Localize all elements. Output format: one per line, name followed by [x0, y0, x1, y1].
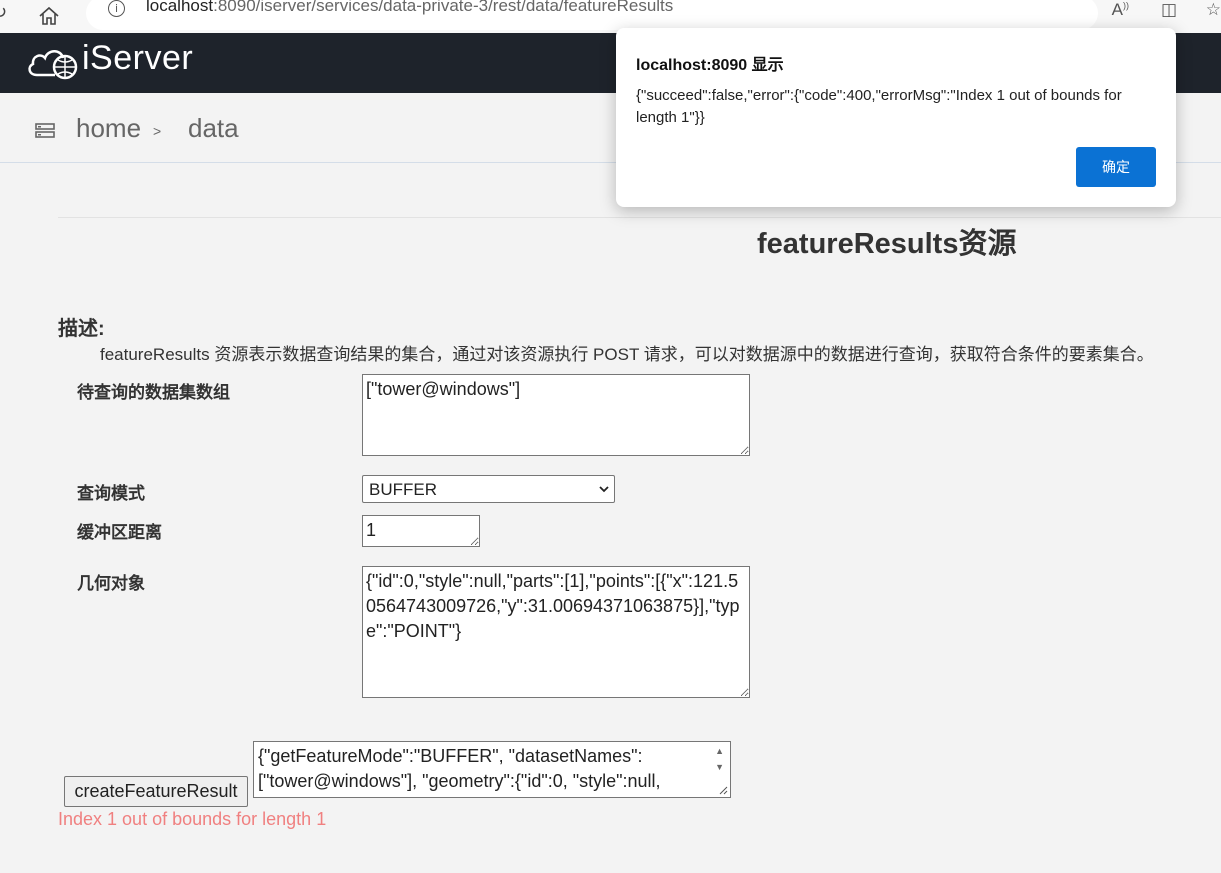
scroll-up-icon[interactable]: ▲	[715, 746, 724, 756]
split-screen-icon[interactable]: ◫	[1161, 0, 1177, 20]
chevron-down-icon	[599, 486, 609, 493]
scroll-down-icon[interactable]: ▼	[715, 762, 724, 772]
read-aloud-icon[interactable]: A))	[1112, 0, 1129, 20]
alert-dialog: localhost:8090 显示 {"succeed":false,"erro…	[616, 28, 1176, 207]
home-icon[interactable]	[38, 6, 60, 26]
dataset-names-input[interactable]: ["tower@windows"]	[362, 374, 750, 456]
reload-icon[interactable]: ↻	[0, 2, 7, 23]
breadcrumb-data-link[interactable]: data	[188, 113, 239, 144]
cloud-globe-logo-icon	[28, 50, 78, 80]
request-body-textarea[interactable]: {"getFeatureMode":"BUFFER", "datasetName…	[253, 741, 731, 798]
address-bar[interactable]: i localhost:8090/iserver/services/data-p…	[86, 0, 1098, 30]
query-mode-label: 查询模式	[77, 484, 145, 503]
dialog-title: localhost:8090 显示	[636, 57, 784, 74]
dataset-names-label: 待查询的数据集数组	[77, 383, 230, 402]
error-message: Index 1 out of bounds for length 1	[58, 809, 327, 829]
description-label: 描述:	[58, 318, 105, 340]
server-list-icon	[35, 123, 55, 138]
query-mode-value: BUFFER	[369, 480, 437, 499]
page-title: featureResults资源	[757, 228, 1017, 260]
site-info-icon[interactable]: i	[108, 0, 125, 17]
request-body-text: {"getFeatureMode":"BUFFER", "datasetName…	[258, 746, 661, 791]
buffer-distance-input[interactable]: 1	[362, 515, 480, 547]
logo-text: iServer	[82, 39, 194, 77]
geometry-input[interactable]: {"id":0,"style":null,"parts":[1],"points…	[362, 566, 750, 698]
buffer-distance-label: 缓冲区距离	[77, 523, 162, 542]
geometry-label: 几何对象	[77, 574, 145, 593]
url-host: localhost	[146, 0, 214, 15]
breadcrumb-home-link[interactable]: home	[76, 113, 141, 144]
url-path: :8090/iserver/services/data-private-3/re…	[213, 0, 674, 15]
dialog-ok-button[interactable]: 确定	[1076, 147, 1156, 187]
url-text[interactable]: localhost:8090/iserver/services/data-pri…	[146, 0, 673, 16]
breadcrumb-separator: >	[153, 123, 162, 139]
content-divider	[58, 217, 1221, 218]
favorite-icon[interactable]: ☆	[1206, 0, 1221, 20]
resize-grip-icon[interactable]	[719, 786, 728, 795]
dialog-message: {"succeed":false,"error":{"code":400,"er…	[636, 87, 1122, 126]
create-feature-result-button[interactable]: createFeatureResult	[64, 776, 248, 807]
description-text: featureResults 资源表示数据查询结果的集合，通过对该资源执行 PO…	[100, 345, 1154, 364]
query-mode-select[interactable]: BUFFER	[362, 475, 615, 503]
